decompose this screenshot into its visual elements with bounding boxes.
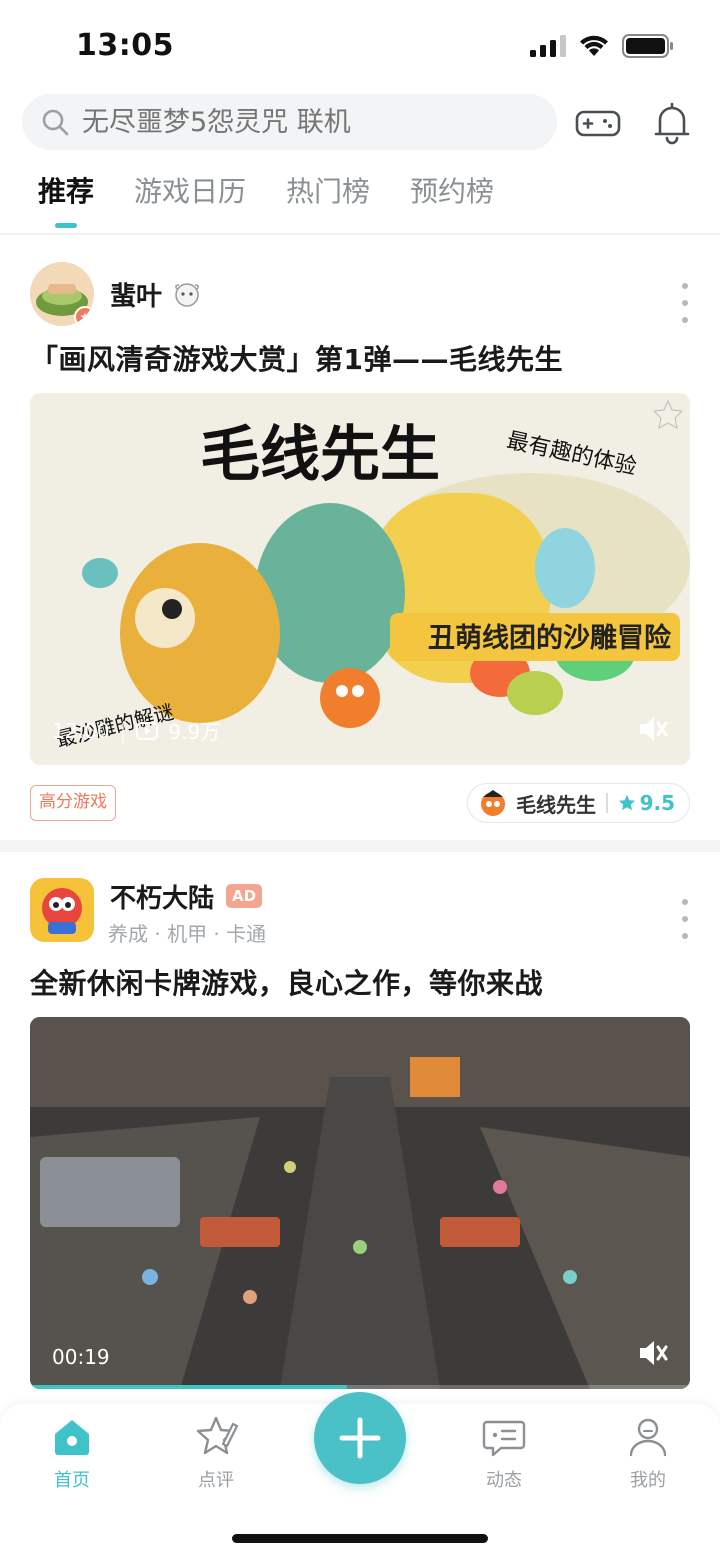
game-name: 毛线先生 — [516, 792, 597, 817]
video-meta: 12:00 | 9.9万 — [52, 716, 220, 745]
bell-icon[interactable] — [648, 98, 696, 146]
search-bar[interactable] — [22, 94, 557, 150]
feed-message-icon — [482, 1420, 526, 1457]
ad-video[interactable]: 00:19 — [30, 1017, 690, 1389]
home-icon — [55, 1420, 89, 1455]
ad-badge: AD — [226, 884, 263, 908]
tab-hot-chart[interactable]: 热门榜 — [286, 170, 370, 228]
advertiser-avatar[interactable] — [30, 878, 94, 942]
tab-reservation-chart[interactable]: 预约榜 — [410, 170, 494, 228]
top-tabs: 推荐 游戏日历 热门榜 预约榜 — [38, 170, 494, 228]
status-time: 13:05 — [76, 28, 174, 63]
ad-title[interactable]: 全新休闲卡牌游戏，良心之作，等你来战 — [30, 962, 543, 1002]
nav-feed-label: 动态 — [486, 1470, 522, 1491]
game-genres: 养成 · 机甲 · 卡通 — [108, 922, 267, 946]
mute-icon[interactable] — [632, 709, 672, 749]
cover-illustration: 丑萌线团的沙雕冒险 毛线先生 最有趣的体验 最沙雕的解谜 — [30, 393, 690, 765]
cover-title: 毛线先生 — [200, 420, 440, 490]
create-post-button[interactable] — [314, 1392, 406, 1484]
nav-home-label: 首页 — [54, 1470, 90, 1491]
verified-badge-icon: ★ — [74, 306, 94, 326]
author-avatar[interactable]: ★ — [30, 262, 94, 326]
game-icon — [481, 790, 506, 816]
game-score: 9.5 — [639, 791, 675, 815]
play-count-icon — [136, 721, 159, 740]
post-title[interactable]: 「画风清奇游戏大赏」第1弹——毛线先生 — [30, 338, 563, 378]
sheep-emoji-icon — [175, 283, 199, 307]
nav-home[interactable]: 首页 — [27, 1414, 117, 1492]
status-icons — [530, 34, 674, 58]
tab-recommend[interactable]: 推荐 — [38, 170, 94, 228]
nav-review-label: 点评 — [198, 1470, 234, 1491]
nav-review[interactable]: 点评 — [171, 1414, 261, 1492]
plus-icon — [339, 1417, 381, 1459]
chip-divider — [606, 793, 608, 813]
game-chip[interactable]: 毛线先生 9.5 — [467, 783, 690, 823]
search-icon — [42, 109, 69, 136]
more-options-icon[interactable] — [680, 283, 690, 323]
cellular-signal-icon — [530, 35, 566, 57]
cover-subtitle: 丑萌线团的沙雕冒险 — [428, 622, 672, 654]
video-duration: 00:19 — [52, 1345, 110, 1369]
post-video-cover[interactable]: 丑萌线团的沙雕冒险 毛线先生 最有趣的体验 最沙雕的解谜 12:00 | 9.9… — [30, 393, 690, 765]
video-meta: 00:19 — [52, 1345, 110, 1369]
nav-profile[interactable]: 我的 — [603, 1414, 693, 1492]
ad-video-frame — [30, 1017, 690, 1389]
wifi-icon — [580, 35, 608, 56]
profile-icon — [629, 1418, 667, 1457]
home-indicator — [232, 1534, 488, 1543]
search-input[interactable] — [82, 106, 522, 138]
mute-icon[interactable] — [632, 1333, 672, 1373]
tab-game-calendar[interactable]: 游戏日历 — [134, 170, 246, 228]
video-duration: 12:00 — [52, 718, 110, 743]
video-progress-track — [30, 1385, 690, 1389]
video-views: 9.9万 — [168, 720, 221, 744]
status-bar: 13:05 — [0, 0, 720, 92]
high-score-tag[interactable]: 高分游戏 — [30, 785, 116, 821]
section-divider — [0, 840, 720, 852]
gamepad-icon[interactable] — [574, 98, 622, 146]
advertiser-logo — [30, 878, 94, 942]
nav-feed[interactable]: 动态 — [459, 1414, 549, 1492]
author-name[interactable]: 蜚叶 — [110, 276, 162, 313]
author-row[interactable]: ★ 蜚叶 — [30, 262, 202, 326]
nav-profile-label: 我的 — [630, 1470, 666, 1491]
advertiser-name[interactable]: 不朽大陆 — [110, 878, 214, 915]
star-icon — [618, 795, 635, 811]
more-options-icon[interactable] — [680, 899, 690, 939]
video-progress-fill — [30, 1385, 347, 1389]
battery-icon — [622, 34, 673, 58]
tabs-divider — [0, 233, 720, 235]
review-pen-icon — [196, 1416, 239, 1455]
